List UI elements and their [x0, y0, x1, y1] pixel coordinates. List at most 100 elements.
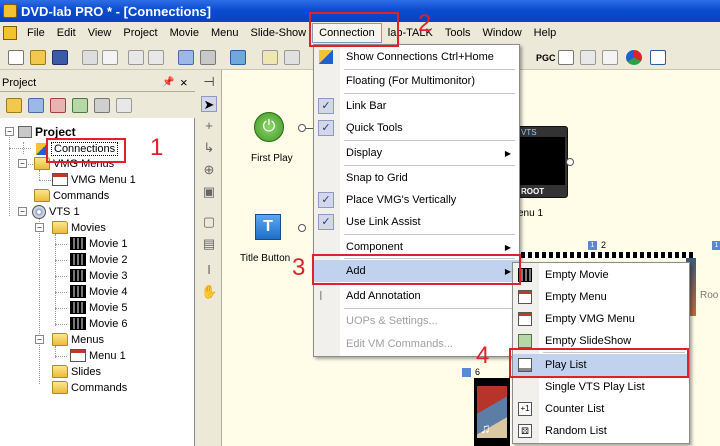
menu-link-icon[interactable]: ▣	[201, 184, 217, 200]
add-vmg-icon[interactable]	[6, 98, 22, 113]
menu-item-link-bar[interactable]: ✓ Link Bar	[314, 95, 519, 117]
menu-item-display[interactable]: Display ▶	[314, 142, 519, 164]
open-icon[interactable]	[30, 50, 46, 65]
undo-icon[interactable]	[128, 50, 144, 65]
folder-icon	[52, 381, 68, 394]
tree-commands-top[interactable]: Commands	[34, 188, 109, 203]
menu-connection[interactable]: Connection	[312, 23, 382, 43]
menu-project[interactable]: Project	[117, 24, 163, 42]
tree-vts-1[interactable]: VTS 1	[32, 204, 80, 219]
menu-file[interactable]: File	[21, 24, 51, 42]
tree-movie-5[interactable]: Movie 5	[70, 300, 128, 315]
menu-movie[interactable]: Movie	[164, 24, 205, 42]
menu-item-add-annotation[interactable]: I Add Annotation	[314, 285, 519, 307]
connections-icon	[319, 50, 333, 64]
tree-slides[interactable]: Slides	[52, 364, 101, 379]
tree-vmg-menus[interactable]: VMG Menus	[34, 156, 114, 171]
menu-tool-icon[interactable]	[200, 50, 216, 65]
vts-menu-thumbnail[interactable]: VTS ROOT	[512, 126, 568, 198]
wand-icon[interactable]	[262, 50, 278, 65]
menu-item-place-vmgs[interactable]: ✓ Place VMG's Vertically	[314, 189, 519, 211]
menu-edit[interactable]: Edit	[51, 24, 82, 42]
tree-vmg-menu-1[interactable]: VMG Menu 1	[52, 172, 136, 187]
menu-slideshow[interactable]: Slide-Show	[244, 24, 312, 42]
menu-item-link-assist[interactable]: ✓ Use Link Assist	[314, 211, 519, 233]
tree-movie-1[interactable]: Movie 1	[70, 236, 128, 251]
timer-icon[interactable]	[580, 50, 596, 65]
new-icon[interactable]	[8, 50, 24, 65]
zoom-icon[interactable]: ⊕	[201, 162, 217, 178]
tree-movie-6[interactable]: Movie 6	[70, 316, 128, 331]
document-icon[interactable]	[3, 26, 17, 40]
quick-icon[interactable]	[284, 50, 300, 65]
close-icon[interactable]: ×	[180, 75, 188, 90]
add-vts-icon[interactable]	[116, 98, 132, 113]
submenu-item-empty-vmg-menu[interactable]: Empty VMG Menu	[513, 308, 689, 330]
connection-toolbar: ⊣ ➤ + ↳ ⊕ ▣ ▢ ▤ I ✋	[196, 70, 222, 446]
submenu-item-empty-slideshow[interactable]: Empty SlideShow	[513, 330, 689, 352]
folder-icon	[52, 365, 68, 378]
tree-movie-2[interactable]: Movie 2	[70, 252, 128, 267]
hand-icon[interactable]: ✋	[201, 284, 217, 300]
pin-icon[interactable]: ⊣	[201, 74, 217, 90]
submenu-item-empty-menu[interactable]: Empty Menu	[513, 286, 689, 308]
tree-project[interactable]: Project	[18, 124, 76, 139]
menu-help[interactable]: Help	[528, 24, 563, 42]
tree-connections[interactable]: Connections	[36, 141, 119, 156]
pointer-icon[interactable]: ➤	[201, 96, 217, 112]
help-icon[interactable]	[650, 50, 666, 65]
tree-movie-3[interactable]: Movie 3	[70, 268, 128, 283]
disc-icon	[32, 204, 46, 219]
add-menu-icon[interactable]	[50, 98, 66, 113]
menu-item-show-connections[interactable]: Show Connections Ctrl+Home	[314, 46, 519, 68]
menu-item-floating[interactable]: Floating (For Multimonitor)	[314, 70, 519, 92]
redo-icon[interactable]	[148, 50, 164, 65]
submenu-item-empty-movie[interactable]: Empty Movie	[513, 264, 689, 286]
collapse-vts-toggle[interactable]: −	[18, 207, 27, 216]
empty-pgc-icon[interactable]	[558, 50, 574, 65]
collapse-menus-toggle[interactable]: −	[35, 335, 44, 344]
menu-item-add[interactable]: Add ▶	[314, 260, 519, 282]
title-button[interactable]: T	[255, 214, 281, 240]
menu-view[interactable]: View	[82, 24, 118, 42]
pin-icon[interactable]: 📌	[162, 77, 174, 88]
move-icon[interactable]: +	[201, 118, 217, 134]
menu-window[interactable]: Window	[477, 24, 528, 42]
compile-icon[interactable]	[230, 50, 246, 65]
check-icon: ✓	[318, 98, 334, 114]
cut-icon[interactable]	[82, 50, 98, 65]
counter-icon[interactable]	[602, 50, 618, 65]
submenu-item-counter-list[interactable]: +1 Counter List	[513, 398, 689, 420]
add-slides-icon[interactable]	[72, 98, 88, 113]
collapse-vmg-toggle[interactable]: −	[18, 159, 27, 168]
first-play-button[interactable]: ⏻	[254, 112, 284, 142]
tree-menus[interactable]: Menus	[52, 332, 104, 347]
text-tool-icon[interactable]: I	[201, 262, 217, 278]
collapse-movies-toggle[interactable]: −	[35, 223, 44, 232]
add-movie-icon[interactable]	[28, 98, 44, 113]
link-icon[interactable]: ↳	[201, 140, 217, 156]
tree-movie-4[interactable]: Movie 4	[70, 284, 128, 299]
menu-tools[interactable]: Tools	[439, 24, 477, 42]
pgc-label[interactable]: PGC	[536, 53, 556, 63]
frame-icon[interactable]: ▤	[201, 236, 217, 252]
menu-item-component[interactable]: Component ▶	[314, 236, 519, 258]
tree-vts-1-label: VTS 1	[49, 205, 80, 218]
color-wheel-icon[interactable]	[626, 50, 642, 65]
menu-menu[interactable]: Menu	[205, 24, 245, 42]
copy-icon[interactable]	[102, 50, 118, 65]
submenu-item-single-vts-play-list[interactable]: Single VTS Play List	[513, 376, 689, 398]
tree-commands-vts[interactable]: Commands	[52, 380, 127, 395]
menu-item-snap-to-grid[interactable]: Snap to Grid	[314, 167, 519, 189]
tree-movies[interactable]: Movies	[52, 220, 106, 235]
random-icon: ⚄	[518, 424, 532, 438]
collapse-project-toggle[interactable]: −	[5, 127, 14, 136]
save-icon[interactable]	[52, 50, 68, 65]
select-icon[interactable]: ▢	[201, 214, 217, 230]
submenu-item-random-list[interactable]: ⚄ Random List	[513, 420, 689, 442]
menu-item-quick-tools[interactable]: ✓ Quick Tools	[314, 117, 519, 139]
tree-menu-1[interactable]: Menu 1	[70, 348, 126, 363]
project-tool-icon[interactable]	[178, 50, 194, 65]
add-audio-icon[interactable]	[94, 98, 110, 113]
submenu-item-play-list[interactable]: Play List	[513, 354, 689, 376]
